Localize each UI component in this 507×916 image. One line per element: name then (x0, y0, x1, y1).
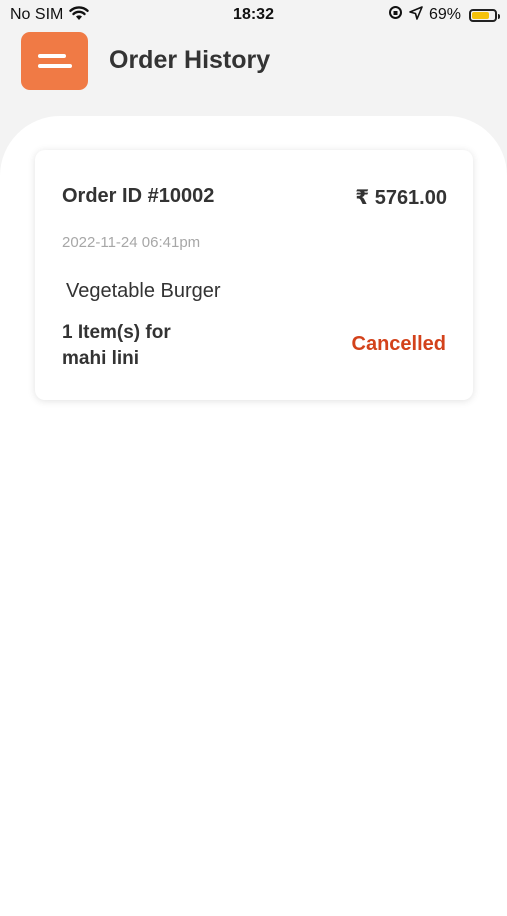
battery-level-fill (472, 11, 489, 19)
status-bar-left: No SIM (10, 5, 90, 26)
order-amount: ₹ 5761.00 (355, 187, 447, 209)
battery-percent: 69% (428, 6, 461, 23)
items-count: 1 Item(s) for (62, 322, 171, 343)
customer-name: mahi lini (62, 348, 140, 369)
order-status-badge: Cancelled (351, 333, 446, 355)
order-id: Order ID #10002 (62, 185, 215, 207)
orientation-lock-icon (388, 5, 403, 25)
status-bar: No SIM 18:32 69% (0, 0, 507, 30)
order-date: 2022-11-24 06:41pm (62, 234, 201, 251)
battery-icon (469, 8, 500, 22)
menu-icon-bar (38, 64, 72, 68)
page-title: Order History (109, 46, 271, 74)
menu-icon (38, 54, 66, 58)
status-bar-right: 69% (388, 5, 500, 25)
location-arrow-icon (409, 5, 423, 25)
status-bar-time: 18:32 (233, 6, 274, 23)
order-item-summary: 1 Item(s) for mahi lini (62, 320, 262, 372)
order-item-name: Vegetable Burger (66, 280, 221, 302)
header: Order History (0, 30, 507, 95)
order-card[interactable]: Order ID #10002 ₹ 5761.00 2022-11-24 06:… (35, 150, 473, 400)
menu-button[interactable] (21, 32, 88, 90)
carrier-label: No SIM (10, 6, 64, 23)
wifi-icon (69, 5, 90, 26)
